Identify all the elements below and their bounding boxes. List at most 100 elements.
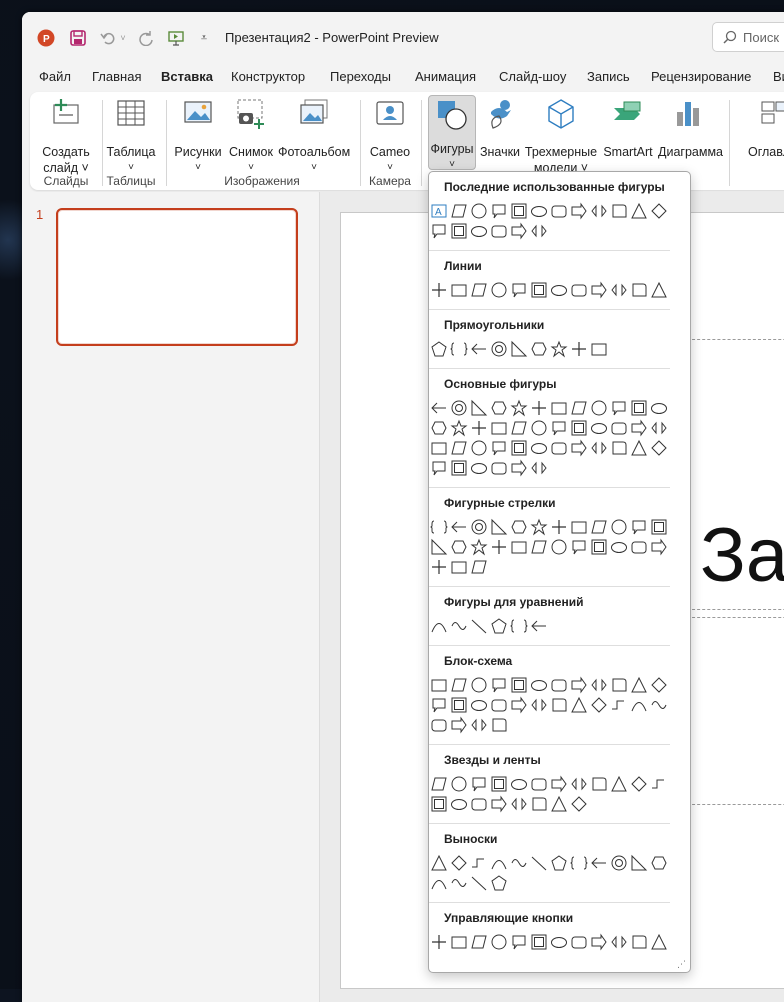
shape-item[interactable]: [650, 281, 668, 299]
shape-item[interactable]: [430, 854, 448, 872]
shape-item[interactable]: [470, 439, 488, 457]
shape-item[interactable]: [550, 281, 568, 299]
shape-item[interactable]: [430, 459, 448, 477]
shape-item[interactable]: [470, 854, 488, 872]
shape-item[interactable]: [590, 281, 608, 299]
shape-item[interactable]: [630, 854, 648, 872]
shape-item[interactable]: [430, 340, 448, 358]
shape-item[interactable]: [490, 617, 508, 635]
pictures-button[interactable]: Рисунки ˅: [172, 96, 224, 173]
shape-item[interactable]: [430, 874, 448, 892]
shape-item[interactable]: [490, 419, 508, 437]
shape-item[interactable]: [610, 439, 628, 457]
shape-item[interactable]: [430, 795, 448, 813]
shape-item[interactable]: [470, 222, 488, 240]
shape-item[interactable]: [430, 617, 448, 635]
shape-item[interactable]: [510, 538, 528, 556]
shape-item[interactable]: [530, 518, 548, 536]
tab-transitions[interactable]: Переходы: [330, 69, 391, 84]
shape-item[interactable]: [450, 696, 468, 714]
shape-item[interactable]: [550, 696, 568, 714]
shape-item[interactable]: [430, 538, 448, 556]
shape-item[interactable]: [550, 933, 568, 951]
customize-quick-access-icon[interactable]: ⩡: [198, 28, 210, 48]
shape-item[interactable]: [610, 399, 628, 417]
shape-item[interactable]: [470, 775, 488, 793]
save-icon[interactable]: [68, 28, 88, 48]
shape-item[interactable]: [610, 854, 628, 872]
shape-item[interactable]: [450, 874, 468, 892]
shape-item[interactable]: [430, 696, 448, 714]
shape-item[interactable]: [610, 775, 628, 793]
shape-item[interactable]: [510, 617, 528, 635]
shape-item[interactable]: [630, 518, 648, 536]
chart-button[interactable]: Диаграмма: [658, 96, 723, 170]
shape-item[interactable]: [590, 439, 608, 457]
shape-item[interactable]: [570, 795, 588, 813]
shape-item[interactable]: [570, 538, 588, 556]
shape-item[interactable]: [450, 676, 468, 694]
shape-item[interactable]: [590, 933, 608, 951]
shape-item[interactable]: [550, 340, 568, 358]
shape-item[interactable]: [530, 399, 548, 417]
shape-item[interactable]: [450, 459, 468, 477]
shape-item[interactable]: [550, 676, 568, 694]
shape-item[interactable]: [510, 854, 528, 872]
shape-item[interactable]: [450, 795, 468, 813]
shape-item[interactable]: [530, 538, 548, 556]
shape-item[interactable]: [630, 399, 648, 417]
shape-item[interactable]: [510, 281, 528, 299]
new-slide-button[interactable]: Создать слайд ˅: [36, 96, 96, 175]
shape-item[interactable]: [430, 399, 448, 417]
tab-file[interactable]: Файл: [39, 69, 71, 84]
shape-item[interactable]: [650, 399, 668, 417]
shape-item[interactable]: [450, 775, 468, 793]
shape-item[interactable]: [490, 399, 508, 417]
slide-thumbnail[interactable]: [56, 208, 298, 346]
shape-item[interactable]: [590, 676, 608, 694]
shape-item[interactable]: [630, 281, 648, 299]
tab-view[interactable]: Ви: [773, 69, 784, 84]
shape-item[interactable]: [450, 419, 468, 437]
shapes-button[interactable]: Фигуры ˅: [428, 95, 476, 170]
shape-item[interactable]: [510, 696, 528, 714]
shape-item[interactable]: [550, 419, 568, 437]
shape-item[interactable]: [490, 459, 508, 477]
shape-item[interactable]: [450, 538, 468, 556]
shape-item[interactable]: [650, 696, 668, 714]
shape-item[interactable]: [610, 419, 628, 437]
shape-item[interactable]: [650, 538, 668, 556]
shape-item[interactable]: [530, 933, 548, 951]
shape-item[interactable]: [570, 518, 588, 536]
start-from-beginning-icon[interactable]: [166, 28, 186, 48]
shape-item[interactable]: [430, 518, 448, 536]
shape-item[interactable]: [550, 795, 568, 813]
shape-item[interactable]: [470, 202, 488, 220]
shape-item[interactable]: [450, 617, 468, 635]
shape-item[interactable]: [530, 281, 548, 299]
shape-item[interactable]: [470, 281, 488, 299]
shape-item[interactable]: [510, 399, 528, 417]
shape-item[interactable]: [590, 340, 608, 358]
shape-item[interactable]: [550, 854, 568, 872]
shape-item[interactable]: [530, 202, 548, 220]
shape-item[interactable]: [470, 518, 488, 536]
shape-item[interactable]: [590, 518, 608, 536]
shape-item[interactable]: [470, 676, 488, 694]
shape-item[interactable]: [650, 419, 668, 437]
shape-item[interactable]: [630, 775, 648, 793]
shape-item[interactable]: [450, 281, 468, 299]
shape-item[interactable]: [510, 202, 528, 220]
shape-item[interactable]: [450, 716, 468, 734]
shape-item[interactable]: [490, 854, 508, 872]
shape-item[interactable]: [450, 933, 468, 951]
shape-item[interactable]: [510, 775, 528, 793]
shape-item[interactable]: [430, 222, 448, 240]
shape-item[interactable]: [530, 676, 548, 694]
shape-item[interactable]: [490, 439, 508, 457]
shape-item[interactable]: [650, 676, 668, 694]
text-box-shape[interactable]: A: [430, 202, 448, 220]
shape-item[interactable]: [490, 222, 508, 240]
shape-item[interactable]: [530, 854, 548, 872]
shape-item[interactable]: [630, 202, 648, 220]
